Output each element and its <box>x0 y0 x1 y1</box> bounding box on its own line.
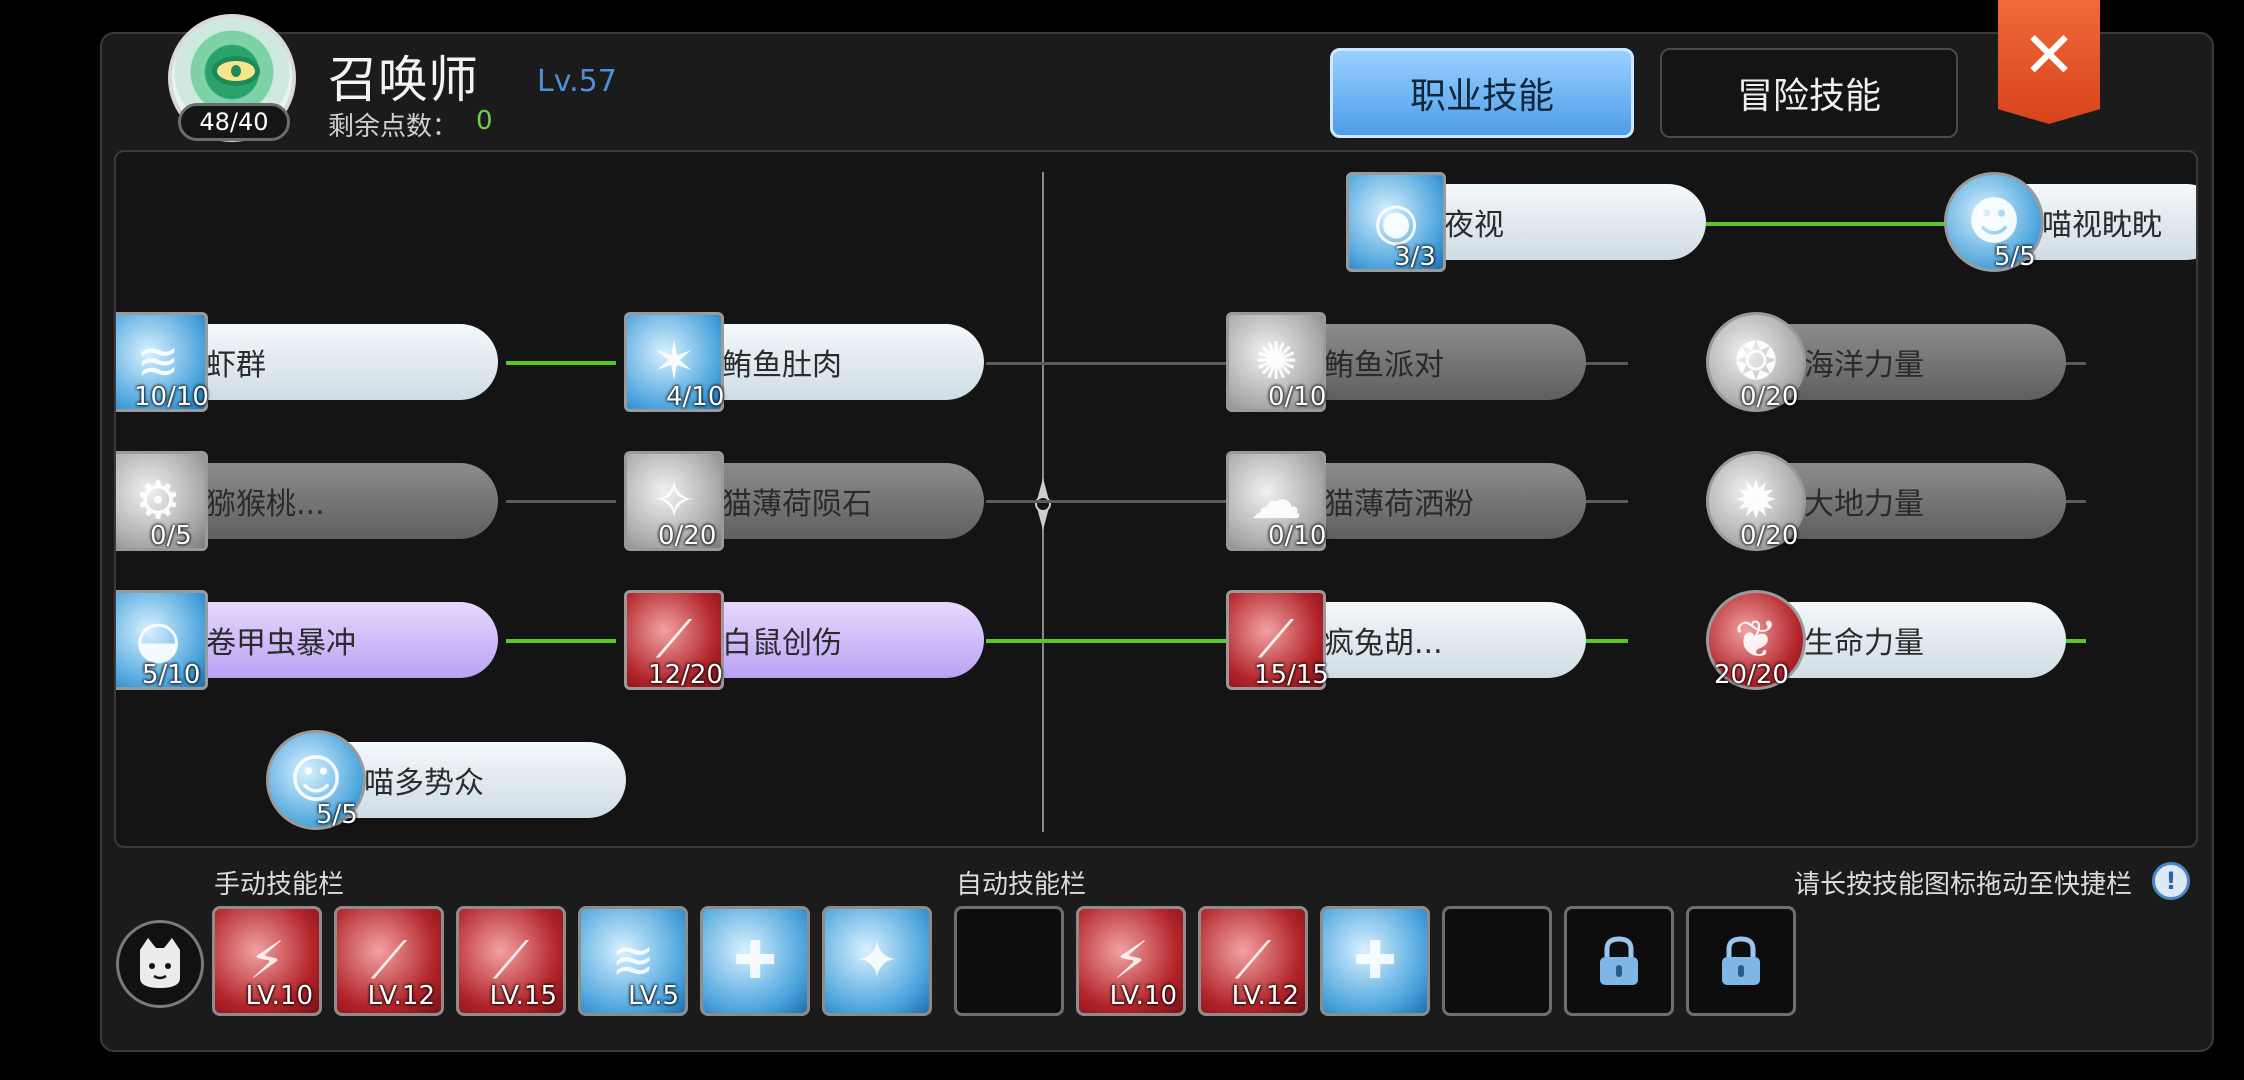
skill-count: 0/5 <box>150 521 192 551</box>
auto-slot[interactable]: ✚ <box>1320 906 1430 1016</box>
divider-ornament-icon <box>1035 478 1051 530</box>
skill-count: 0/10 <box>1268 382 1327 412</box>
skill-count: 4/10 <box>666 382 725 412</box>
emblem-level: 48/40 <box>178 103 290 141</box>
remaining-points-value: 0 <box>476 106 493 136</box>
skill-count: 10/10 <box>134 382 209 412</box>
skill-count: 5/10 <box>142 660 201 690</box>
remaining-points-label: 剩余点数： <box>328 112 459 142</box>
connector <box>506 639 616 643</box>
auto-slot[interactable]: ⚡ LV.10 <box>1076 906 1186 1016</box>
manual-slot[interactable]: ≋ LV.5 <box>578 906 688 1016</box>
tab-class-skills[interactable]: 职业技能 <box>1330 48 1634 138</box>
revive-icon: ✚ <box>1353 931 1397 991</box>
connector <box>506 500 616 503</box>
manual-slot[interactable]: ✚ <box>700 906 810 1016</box>
skill-count: 0/10 <box>1268 521 1327 551</box>
class-level: Lv.57 <box>537 64 617 99</box>
auto-slot-empty[interactable] <box>954 906 1064 1016</box>
auto-slot-locked[interactable] <box>1564 906 1674 1016</box>
close-icon: ✕ <box>2022 19 2076 93</box>
manual-slot[interactable]: ⟋ LV.12 <box>334 906 444 1016</box>
skill-count: 3/3 <box>1394 242 1436 272</box>
skill-count: 0/20 <box>1740 382 1799 412</box>
cat-avatar-icon[interactable] <box>116 920 204 1008</box>
quickbar-hint: 请长按技能图标拖动至快捷栏 <box>1794 870 2133 900</box>
skill-count: 0/20 <box>1740 521 1799 551</box>
skill-count: 0/20 <box>658 521 717 551</box>
cat-face-icon <box>140 938 180 988</box>
lock-icon <box>1600 936 1638 985</box>
auto-slot-empty[interactable] <box>1442 906 1552 1016</box>
sparkle-icon: ✦ <box>855 931 899 991</box>
auto-slot[interactable]: ⟋ LV.12 <box>1198 906 1308 1016</box>
skill-count: 5/5 <box>1994 242 2036 272</box>
info-icon[interactable]: ! <box>2152 862 2190 900</box>
manual-bar-label: 手动技能栏 <box>214 870 345 900</box>
revive-icon: ✚ <box>733 931 777 991</box>
skill-tree: 夜视 ◉ 3/3 喵视眈眈 ☻ 5/5 虾群 ≋ 10/10 鲔鱼肚肉 ✶ 4/… <box>114 150 2198 848</box>
manual-slot[interactable]: ⟋ LV.15 <box>456 906 566 1016</box>
manual-slot[interactable]: ✦ <box>822 906 932 1016</box>
class-name: 召唤师 <box>328 51 478 109</box>
connector <box>506 361 616 365</box>
close-button[interactable]: ✕ <box>1998 0 2100 124</box>
skill-count: 15/15 <box>1254 660 1329 690</box>
skill-count: 5/5 <box>316 800 358 830</box>
manual-slot[interactable]: ⚡ LV.10 <box>212 906 322 1016</box>
lock-icon <box>1722 936 1760 985</box>
skill-count: 20/20 <box>1714 660 1789 690</box>
tab-adventure-skills[interactable]: 冒险技能 <box>1660 48 1958 138</box>
skill-count: 12/20 <box>648 660 723 690</box>
auto-bar-label: 自动技能栏 <box>956 870 1087 900</box>
auto-slot-locked[interactable] <box>1686 906 1796 1016</box>
